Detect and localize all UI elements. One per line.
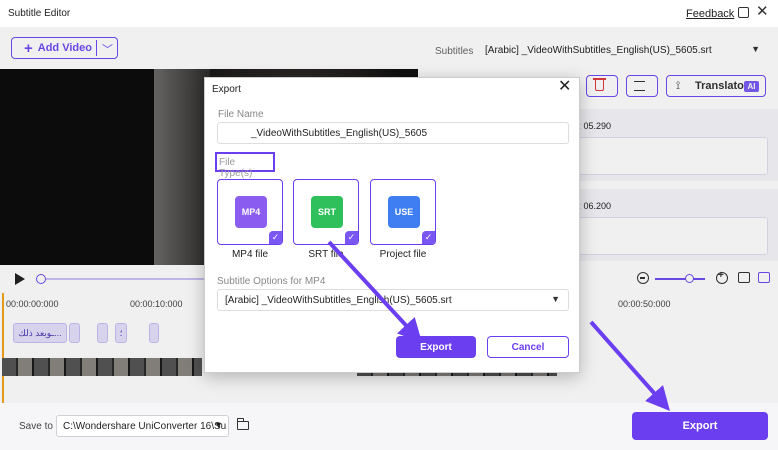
subtitle-options-select[interactable]: [Arabic] _VideoWithSubtitles_English(US)… [217,289,569,311]
maximize-icon[interactable] [738,7,749,18]
export-button[interactable]: Export [632,412,768,440]
close-icon[interactable]: ✕ [756,4,769,19]
file-name-input[interactable]: _VideoWithSubtitles_English(US)_5605 [217,122,569,144]
save-to-label: Save to [19,421,53,432]
file-name-value: _VideoWithSubtitles_English(US)_5605 [251,128,428,139]
chevron-down-icon: ▼ [214,420,223,430]
close-icon[interactable]: ✕ [558,79,571,95]
checkmark-icon: ✓ [269,231,282,244]
file-type-name: Project file [379,249,427,260]
subtitle-options-value: [Arabic] _VideoWithSubtitles_English(US)… [225,295,452,306]
file-type-project[interactable]: USE ✓ [370,179,436,245]
folder-icon[interactable] [236,418,249,430]
project-file-icon: USE [388,196,420,228]
save-path-value: C:\Wondershare UniConverter 16\Su [63,421,227,432]
checkmark-icon: ✓ [422,231,435,244]
mp4-icon: MP4 [235,196,267,228]
file-name-label: File Name [218,109,264,120]
save-path-select[interactable]: C:\Wondershare UniConverter 16\Su ▼ [56,415,229,437]
bottom-bar: Save to C:\Wondershare UniConverter 16\S… [0,403,778,450]
srt-icon: SRT [311,196,343,228]
file-type-label: File Type(s) [215,152,275,179]
file-type-name: MP4 file [231,249,269,260]
dialog-title: Export [212,84,241,95]
file-type-srt[interactable]: SRT ✓ [293,179,359,245]
window-title: Subtitle Editor [8,8,71,19]
file-type-mp4[interactable]: MP4 ✓ [217,179,283,245]
chevron-down-icon: ▼ [551,294,560,304]
file-type-name: SRT file [308,249,344,260]
subtitle-options-label: Subtitle Options for MP4 [217,276,326,287]
export-dialog: Export ✕ File Name _VideoWithSubtitles_E… [204,77,580,373]
checkmark-icon: ✓ [345,231,358,244]
dialog-cancel-button[interactable]: Cancel [487,336,569,358]
dialog-export-button[interactable]: Export [396,336,476,358]
feedback-link[interactable]: Feedback [686,8,734,20]
title-bar: Subtitle Editor Feedback ✕ [0,0,778,27]
